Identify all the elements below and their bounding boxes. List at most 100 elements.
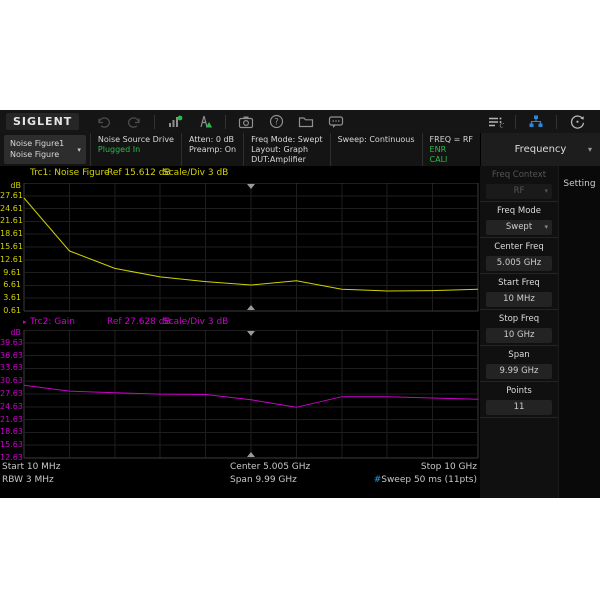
trace1-title: Trc1: Noise Figure [30, 168, 110, 178]
trace1-scale: Scale/Div 3 dB [163, 168, 228, 178]
control-label: Points [480, 385, 558, 397]
y-axis-tick: 30.63 [0, 376, 21, 386]
settings-column: Atten: 0 dBPreamp: On [181, 133, 243, 166]
center-freq-readout: Center 5.005 GHz [230, 462, 310, 472]
control-group-points: Points 11 [480, 382, 558, 418]
sidebar-menu-header[interactable]: Frequency ▾ [480, 133, 600, 166]
settings-column: Noise Source DrivePlugged In [90, 133, 181, 166]
siglent-logo: SIGLENT [6, 113, 79, 130]
center-marker-bottom [247, 452, 255, 457]
y-axis-tick: 6.61 [0, 280, 21, 290]
camera-icon[interactable] [234, 113, 258, 131]
toolbar: SIGLENT ? [0, 110, 600, 133]
control-group-freq-mode: Freq Mode Swept▾ [480, 202, 558, 238]
rbw-readout: RBW 3 MHz [2, 475, 54, 485]
control-value[interactable]: Swept▾ [486, 220, 552, 235]
chevron-down-icon: ▾ [588, 145, 592, 154]
help-icon[interactable]: ? [264, 113, 288, 131]
trace2-ref: Ref 27.628 dB [107, 317, 171, 327]
start-freq-readout: Start 10 MHz [2, 462, 60, 472]
y-axis-tick: 3.61 [0, 293, 21, 303]
sweep-readout: #Sweep 50 ms (11pts) [374, 475, 477, 485]
control-group-freq-context: Freq Context RF▾ [480, 166, 558, 202]
control-label: Span [480, 349, 558, 361]
sidebar: Freq Context RF▾ Freq Mode Swept▾ Center Fre… [480, 166, 600, 498]
sidebar-controls: Freq Context RF▾ Freq Mode Swept▾ Center Fre… [480, 166, 558, 498]
noise-source-drive-icon[interactable] [163, 113, 187, 131]
calibration-icon[interactable] [193, 113, 217, 131]
center-marker-bottom [247, 305, 255, 310]
y-axis-tick: 39.63 [0, 338, 21, 348]
settings-line: Atten: 0 dB [189, 135, 236, 145]
instrument-screen: SIGLENT ? [0, 110, 600, 498]
status-row-1: Start 10 MHz Center 5.005 GHz Stop 10 GH… [0, 462, 480, 475]
undo-icon[interactable] [92, 113, 116, 131]
active-trace-arrow-icon: ▸ [23, 318, 27, 326]
folder-icon[interactable] [294, 113, 318, 131]
settings-line: Layout: Graph [251, 145, 322, 155]
trace2-header[interactable]: ▸ Trc2: Gain Ref 27.628 dB Scale/Div 3 d… [0, 317, 480, 330]
settings-left: Noise Figure1 Noise Figure ▾ Noise Sourc… [0, 133, 480, 166]
y-axis-tick: 18.63 [0, 427, 21, 437]
control-label: Start Freq [480, 277, 558, 289]
svg-text:?: ? [274, 118, 279, 128]
settings-columns: Noise Source DrivePlugged InAtten: 0 dBP… [90, 133, 480, 166]
settings-column: Freq Mode: SweptLayout: GraphDUT:Amplifi… [243, 133, 329, 166]
control-label: Freq Context [480, 169, 558, 181]
control-group-center-freq: Center Freq5.005 GHz [480, 238, 558, 274]
redo-icon[interactable] [122, 113, 146, 131]
control-value[interactable]: 5.005 GHz [486, 256, 552, 271]
settings-line: ENR [430, 145, 473, 155]
gain-plot: dB39.6336.6333.6330.6327.6324.6321.6318.… [0, 330, 480, 459]
control-group-stop-freq: Stop Freq 10 GHz [480, 310, 558, 346]
settings-column: Sweep: Continuous [330, 133, 422, 166]
control-value: RF▾ [486, 184, 552, 199]
status-bar: Start 10 MHz Center 5.005 GHz Stop 10 GH… [0, 462, 480, 489]
chevron-down-icon: ▾ [544, 220, 548, 235]
control-group-span: Span 9.99 GHz [480, 346, 558, 382]
toolbar-right-group: CT [480, 113, 592, 131]
toolbar-separator [225, 115, 226, 129]
y-axis-tick: 21.61 [0, 216, 21, 226]
y-axis-tick: 24.63 [0, 402, 21, 412]
settings-line: Preamp: On [189, 145, 236, 155]
svg-text:CT: CT [499, 123, 504, 129]
history-icon[interactable] [565, 113, 589, 131]
control-label: Stop Freq [480, 313, 558, 325]
y-axis-tick: 36.63 [0, 351, 21, 361]
sidebar-menu-title: Frequency [515, 144, 567, 155]
control-value[interactable]: 10 MHz [486, 292, 552, 307]
trace2-title: Trc2: Gain [30, 317, 75, 327]
center-marker-top [247, 184, 255, 189]
trace1-header[interactable]: Trc1: Noise Figure Ref 15.612 dB Scale/D… [0, 168, 480, 181]
measure-select-dropdown[interactable]: Noise Figure1 Noise Figure ▾ [4, 135, 86, 164]
control-value[interactable]: 10 GHz [486, 328, 552, 343]
chevron-down-icon: ▾ [544, 184, 548, 199]
trace1-ref: Ref 15.612 dB [107, 168, 171, 178]
plot-canvas [0, 183, 480, 312]
tab-setting[interactable]: Setting [559, 166, 600, 202]
toolbar-separator [154, 115, 155, 129]
y-axis-tick: 27.63 [0, 389, 21, 399]
settings-line: Sweep: Continuous [338, 135, 415, 145]
control-value[interactable]: 9.99 GHz [486, 364, 552, 379]
control-value[interactable]: 11 [486, 400, 552, 415]
y-axis-tick: 18.61 [0, 229, 21, 239]
main-area: Trc1: Noise Figure Ref 15.612 dB Scale/D… [0, 166, 600, 498]
message-icon[interactable] [324, 113, 348, 131]
y-axis-tick: 21.63 [0, 415, 21, 425]
y-axis-tick: 0.61 [0, 306, 21, 316]
noise-figure-plot: dB27.6124.6121.6118.6115.6112.619.616.61… [0, 183, 480, 312]
sequence-list-icon[interactable]: CT [483, 113, 507, 131]
y-axis-tick: 9.61 [0, 268, 21, 278]
y-axis-unit: dB [0, 181, 21, 191]
toolbar-separator [556, 115, 557, 129]
settings-bar: Noise Figure1 Noise Figure ▾ Noise Sourc… [0, 133, 600, 166]
control-group-start-freq: Start Freq 10 MHz [480, 274, 558, 310]
settings-line: Noise Source Drive [98, 135, 174, 145]
control-label: Freq Mode [480, 205, 558, 217]
y-axis-tick: 15.63 [0, 440, 21, 450]
status-row-2: RBW 3 MHz Span 9.99 GHz #Sweep 50 ms (11… [0, 475, 480, 488]
network-icon[interactable] [524, 113, 548, 131]
plot-canvas [0, 330, 480, 459]
